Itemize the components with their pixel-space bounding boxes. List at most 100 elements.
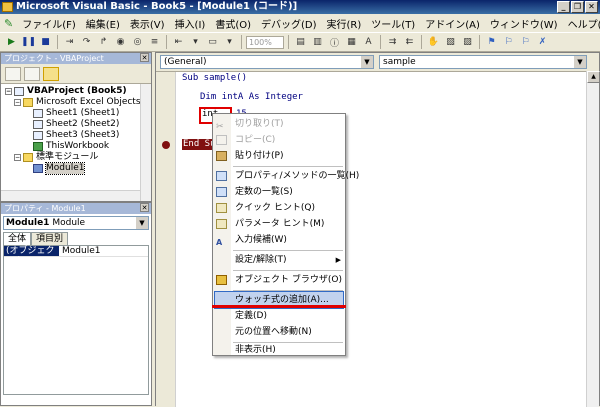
outdent-block-icon[interactable]: ⇇ bbox=[402, 35, 417, 49]
run-icon[interactable]: ▶ bbox=[4, 35, 19, 49]
code-vertical-scrollbar[interactable]: ▲ bbox=[586, 71, 600, 407]
menu-item-complete-word[interactable]: A 入力候補(W) bbox=[213, 232, 345, 248]
comment-icon[interactable]: ▭ bbox=[205, 35, 220, 49]
menu-item-list-properties[interactable]: プロパティ/メソッドの一覧(H) bbox=[213, 168, 359, 184]
menu-run[interactable]: 実行(R) bbox=[322, 16, 367, 31]
watch-icon[interactable]: ◎ bbox=[130, 35, 145, 49]
object-selector[interactable]: Module1 Module ▼ bbox=[3, 216, 149, 230]
object-browser-icon bbox=[216, 275, 227, 285]
window-title: Microsoft Visual Basic - Book5 - [Module… bbox=[16, 1, 298, 12]
property-row[interactable]: (オブジェクト名) Module1 bbox=[4, 246, 148, 267]
close-icon[interactable]: ✕ bbox=[140, 203, 149, 212]
code-line-dim[interactable]: Dim intA As Integer bbox=[200, 92, 303, 102]
tree-item-sheet2[interactable]: Sheet2 (Sheet2) bbox=[5, 119, 151, 130]
code-line-sub[interactable]: Sub sample() bbox=[182, 73, 247, 83]
bookmark-next-icon[interactable]: ⚐ bbox=[501, 35, 516, 49]
pause-icon[interactable]: ❚❚ bbox=[21, 35, 36, 49]
menu-item-object-browser[interactable]: オブジェクト ブラウザ(O) bbox=[213, 272, 345, 288]
procedure-combo[interactable]: sample ▼ bbox=[379, 55, 587, 69]
toolbar-separator bbox=[57, 35, 58, 49]
collapse-icon[interactable]: − bbox=[5, 88, 12, 95]
tree-label: VBAProject (Book5) bbox=[27, 86, 127, 96]
tree-item-thisworkbook[interactable]: ThisWorkbook bbox=[5, 141, 151, 152]
menu-addins[interactable]: アドイン(A) bbox=[420, 16, 485, 31]
tree-item-vbaproject[interactable]: − VBAProject (Book5) bbox=[5, 86, 151, 97]
tab-categorized[interactable]: 項目別 bbox=[31, 232, 69, 245]
parameter-info-icon[interactable]: ▦ bbox=[344, 35, 359, 49]
menu-tools[interactable]: ツール(T) bbox=[366, 16, 420, 31]
menu-item-list-constants[interactable]: 定数の一覧(S) bbox=[213, 184, 345, 200]
uncomment-icon[interactable]: ▾ bbox=[222, 35, 237, 49]
scroll-up-icon[interactable]: ▲ bbox=[587, 71, 600, 83]
menu-item-toggle[interactable]: 設定/解除(T) ▶ bbox=[213, 252, 345, 268]
menu-insert[interactable]: 挿入(I) bbox=[170, 16, 211, 31]
tree-item-sheet3[interactable]: Sheet3 (Sheet3) bbox=[5, 130, 151, 141]
menu-item-quick-info[interactable]: クイック ヒント(Q) bbox=[213, 200, 345, 216]
menu-item-parameter-info[interactable]: パラメータ ヒント(M) bbox=[213, 216, 345, 232]
tree-item-excel-objects[interactable]: − Microsoft Excel Objects bbox=[5, 97, 151, 108]
list-constants-icon[interactable]: ▥ bbox=[310, 35, 325, 49]
menu-item-last-position[interactable]: 元の位置へ移動(N) bbox=[213, 324, 345, 340]
bookmark-toggle-icon[interactable]: ⚑ bbox=[484, 35, 499, 49]
menu-item-copy[interactable]: コピー(C) bbox=[213, 132, 345, 148]
excel-icon[interactable]: ✎ bbox=[4, 17, 13, 30]
close-button[interactable]: ✕ bbox=[585, 1, 598, 13]
sheet-icon bbox=[33, 109, 43, 118]
zoom-box[interactable]: 100% bbox=[246, 35, 284, 49]
menu-edit[interactable]: 編集(E) bbox=[81, 16, 125, 31]
horizontal-scrollbar[interactable] bbox=[1, 190, 141, 201]
collapse-icon[interactable]: − bbox=[14, 154, 21, 161]
quick-info-icon[interactable]: ⓘ bbox=[327, 35, 342, 49]
menu-debug[interactable]: デバッグ(D) bbox=[256, 16, 322, 31]
code-margin[interactable] bbox=[156, 72, 176, 407]
step-over-icon[interactable]: ↷ bbox=[79, 35, 94, 49]
toggle-breakpoint-icon[interactable]: ✋ bbox=[426, 35, 441, 49]
toolbar-separator bbox=[288, 35, 289, 49]
outdent-icon[interactable]: ▾ bbox=[188, 35, 203, 49]
chevron-down-icon[interactable]: ▼ bbox=[361, 56, 373, 68]
tree-item-sheet1[interactable]: Sheet1 (Sheet1) bbox=[5, 108, 151, 119]
tree-label: 標準モジュール bbox=[36, 152, 99, 162]
list-properties-icon[interactable]: ▤ bbox=[293, 35, 308, 49]
object-combo[interactable]: (General) ▼ bbox=[160, 55, 374, 69]
step-out-icon[interactable]: ↱ bbox=[96, 35, 111, 49]
chevron-down-icon[interactable]: ▼ bbox=[574, 56, 586, 68]
vertical-scrollbar[interactable] bbox=[140, 84, 151, 201]
step-into-icon[interactable]: ⇥ bbox=[62, 35, 77, 49]
bookmark-prev-icon[interactable]: ⚐ bbox=[518, 35, 533, 49]
breakpoint-icon[interactable]: ◉ bbox=[113, 35, 128, 49]
view-code-icon[interactable] bbox=[5, 66, 21, 81]
property-key: (オブジェクト名) bbox=[4, 246, 59, 267]
close-icon[interactable]: ✕ bbox=[140, 53, 149, 62]
menu-format[interactable]: 書式(O) bbox=[210, 16, 256, 31]
uncomment-block-icon[interactable]: ▨ bbox=[460, 35, 475, 49]
menu-item-hide[interactable]: 非表示(H) bbox=[213, 342, 345, 358]
bookmark-clear-icon[interactable]: ✗ bbox=[535, 35, 550, 49]
chevron-down-icon[interactable]: ▼ bbox=[136, 217, 148, 229]
menu-window[interactable]: ウィンドウ(W) bbox=[485, 16, 563, 31]
menu-help[interactable]: ヘルプ(H) bbox=[563, 16, 600, 31]
menu-file[interactable]: ファイル(F) bbox=[17, 16, 81, 31]
restore-button[interactable]: ❐ bbox=[571, 1, 584, 13]
breakpoint-dot-icon[interactable] bbox=[162, 141, 170, 149]
tab-alphabetic[interactable]: 全体 bbox=[3, 232, 32, 245]
tree-item-module1[interactable]: Module1 bbox=[5, 162, 151, 175]
minimize-button[interactable]: _ bbox=[557, 1, 570, 13]
menu-item-cut[interactable]: ✂ 切り取り(T) bbox=[213, 116, 345, 132]
complete-word-icon[interactable]: A bbox=[361, 35, 376, 49]
tree-label: Sheet1 (Sheet1) bbox=[46, 108, 120, 118]
tree-item-standard-modules[interactable]: − 標準モジュール bbox=[5, 152, 151, 163]
menu-view[interactable]: 表示(V) bbox=[125, 16, 170, 31]
view-object-icon[interactable] bbox=[24, 66, 40, 81]
stop-icon[interactable]: ■ bbox=[38, 35, 53, 49]
menu-separator bbox=[233, 250, 343, 251]
property-value[interactable]: Module1 bbox=[59, 246, 100, 256]
indent-icon[interactable]: ⇤ bbox=[171, 35, 186, 49]
collapse-icon[interactable]: − bbox=[14, 99, 21, 106]
indent-block-icon[interactable]: ⇉ bbox=[385, 35, 400, 49]
toggle-folders-icon[interactable] bbox=[43, 66, 59, 81]
comment-block-icon[interactable]: ▧ bbox=[443, 35, 458, 49]
menu-item-paste[interactable]: 貼り付け(P) bbox=[213, 148, 345, 164]
menu-item-definition[interactable]: 定義(D) bbox=[213, 308, 345, 324]
call-stack-icon[interactable]: ≡ bbox=[147, 35, 162, 49]
